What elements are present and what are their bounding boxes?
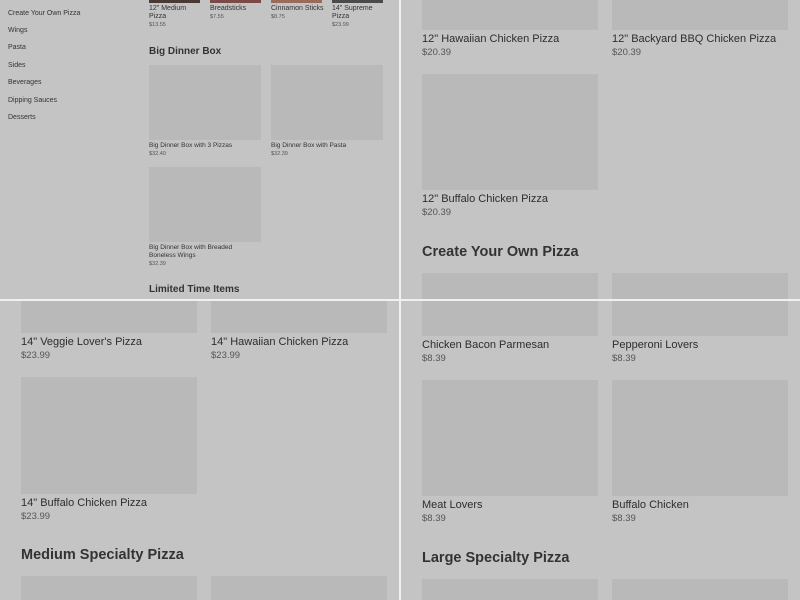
menu-item-card[interactable]: 14" Supreme Pizza $23.99: [332, 5, 382, 28]
sidebar-item-desserts[interactable]: Desserts: [8, 114, 36, 121]
item-image[interactable]: [211, 576, 387, 600]
item-image[interactable]: [21, 576, 197, 600]
sidebar-item-beverages[interactable]: Beverages: [8, 79, 41, 86]
section-heading: Medium Specialty Pizza: [21, 547, 184, 563]
item-name: 14" Hawaiian Chicken Pizza: [211, 336, 349, 348]
item-image[interactable]: [612, 579, 788, 600]
quadrant-12-inch-pizzas: 12" Hawaiian Chicken Pizza $20.39 12" Ba…: [401, 0, 800, 299]
section-heading: Large Specialty Pizza: [422, 550, 570, 566]
item-image: [422, 301, 598, 336]
item-image[interactable]: [422, 273, 598, 299]
item-price: $23.99: [211, 350, 241, 361]
item-image: [612, 301, 788, 336]
item-price: $8.39: [422, 513, 446, 524]
item-image: [149, 167, 261, 242]
menu-item-card[interactable]: Pepperoni Lovers $8.39: [612, 301, 788, 364]
menu-item-card[interactable]: 12" Medium Pizza $13.55: [149, 5, 204, 28]
item-price: $23.99: [21, 511, 51, 522]
item-name: 14" Veggie Lover's Pizza: [21, 336, 142, 348]
menu-item-card[interactable]: Big Dinner Box with Pasta $32.39: [271, 65, 383, 157]
item-price: $20.39: [612, 47, 642, 58]
item-image[interactable]: [612, 273, 788, 299]
item-image: [612, 380, 788, 496]
item-price: $8.39: [422, 353, 446, 364]
menu-item-card[interactable]: 14" Hawaiian Chicken Pizza $23.99: [211, 301, 387, 361]
item-name: Pepperoni Lovers: [612, 339, 699, 351]
item-image: [422, 380, 598, 496]
item-price: $20.39: [422, 207, 452, 218]
screenshot-grid: Create Your Own Pizza Wings Pasta Sides …: [0, 0, 800, 600]
item-image: [149, 65, 261, 140]
menu-item-card[interactable]: Cinnamon Sticks $8.75: [271, 5, 329, 20]
item-price: $20.39: [422, 47, 452, 58]
item-image: [21, 301, 197, 333]
item-image: [422, 0, 598, 30]
item-price: $23.99: [21, 350, 51, 361]
item-price: $8.39: [612, 353, 636, 364]
item-image: [210, 0, 261, 3]
item-price: $8.75: [271, 14, 285, 20]
item-name: Cinnamon Sticks: [271, 5, 324, 12]
item-image: [422, 74, 598, 190]
item-name: 12" Hawaiian Chicken Pizza: [422, 33, 560, 45]
section-heading: Big Dinner Box: [149, 46, 222, 57]
menu-item-card[interactable]: Breadsticks $7.55: [210, 5, 265, 20]
item-image: [271, 65, 383, 140]
sidebar-item-pasta[interactable]: Pasta: [8, 44, 26, 51]
menu-item-card[interactable]: Buffalo Chicken $8.39: [612, 380, 788, 524]
item-price: $13.55: [149, 22, 166, 28]
item-price: $7.55: [210, 14, 224, 20]
item-price: $32.40: [149, 151, 166, 157]
item-name: 12" Medium Pizza: [149, 5, 187, 20]
quadrant-menu-overview: Create Your Own Pizza Wings Pasta Sides …: [0, 0, 399, 299]
item-name: Big Dinner Box with Pasta: [271, 142, 347, 149]
item-image: [21, 377, 197, 494]
item-image: [332, 0, 383, 3]
item-name: Chicken Bacon Parmesan: [422, 339, 550, 351]
section-heading: Create Your Own Pizza: [422, 244, 579, 260]
sidebar-item-sides[interactable]: Sides: [8, 62, 26, 69]
item-price: $32.39: [271, 151, 288, 157]
sidebar-item-dipping-sauces[interactable]: Dipping Sauces: [8, 97, 57, 104]
item-name: Big Dinner Box with Breaded Boneless Win…: [149, 244, 233, 259]
item-image: [149, 0, 200, 3]
menu-item-card[interactable]: 12" Buffalo Chicken Pizza $20.39: [422, 74, 598, 218]
menu-item-card[interactable]: Chicken Bacon Parmesan $8.39: [422, 301, 598, 364]
item-name: Big Dinner Box with 3 Pizzas: [149, 142, 233, 149]
item-image: [211, 301, 387, 333]
menu-item-card[interactable]: 14" Veggie Lover's Pizza $23.99: [21, 301, 197, 361]
menu-item-card[interactable]: Meat Lovers $8.39: [422, 380, 598, 524]
item-image[interactable]: [422, 579, 598, 600]
item-image: [271, 0, 322, 3]
item-name: Meat Lovers: [422, 499, 483, 511]
item-name: 14" Supreme Pizza: [332, 5, 373, 20]
menu-item-card[interactable]: Big Dinner Box with 3 Pizzas $32.40: [149, 65, 261, 157]
item-name: Breadsticks: [210, 5, 247, 12]
item-image: [612, 0, 788, 30]
section-heading: Limited Time Items: [149, 284, 240, 295]
menu-item-card[interactable]: 12" Backyard BBQ Chicken Pizza $20.39: [612, 0, 788, 58]
item-name: 12" Backyard BBQ Chicken Pizza: [612, 33, 777, 45]
menu-item-card[interactable]: 14" Buffalo Chicken Pizza $23.99: [21, 377, 197, 522]
item-name: Buffalo Chicken: [612, 499, 689, 511]
sidebar-item-wings[interactable]: Wings: [8, 27, 27, 34]
item-name: 14" Buffalo Chicken Pizza: [21, 497, 147, 509]
quadrant-14-inch-pizzas: 14" Veggie Lover's Pizza $23.99 14" Hawa…: [0, 301, 399, 600]
menu-item-card[interactable]: Big Dinner Box with Breaded Boneless Win…: [149, 167, 261, 267]
sidebar-item-create-your-own-pizza[interactable]: Create Your Own Pizza: [8, 10, 80, 17]
quadrant-create-your-own: Chicken Bacon Parmesan $8.39 Pepperoni L…: [401, 301, 800, 600]
item-price: $8.39: [612, 513, 636, 524]
item-price: $23.99: [332, 22, 349, 28]
item-price: $32.39: [149, 261, 166, 267]
menu-item-card[interactable]: 12" Hawaiian Chicken Pizza $20.39: [422, 0, 598, 58]
item-name: 12" Buffalo Chicken Pizza: [422, 193, 548, 205]
